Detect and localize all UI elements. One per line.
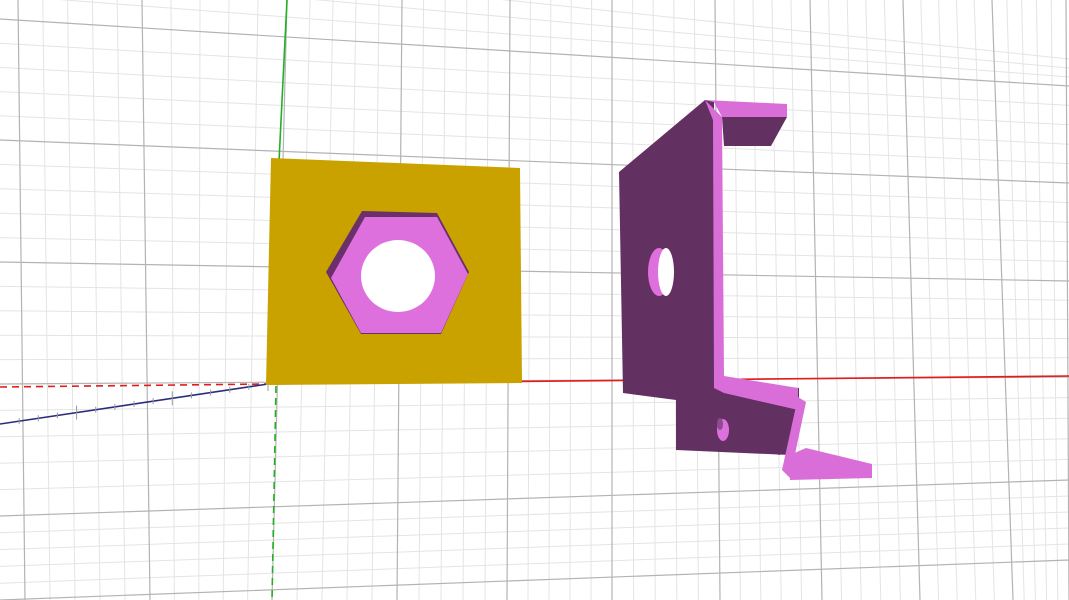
grid-line (973, 0, 995, 600)
grid-line (0, 115, 1069, 165)
grid-line (902, 0, 921, 600)
angle-bracket[interactable] (619, 100, 872, 480)
grid-line (0, 438, 1069, 464)
grid-line (0, 261, 1069, 282)
grid-line (752, 0, 762, 600)
grid-line (938, 0, 958, 600)
major-grid (0, 0, 1069, 600)
grid-line (116, 0, 126, 600)
bracket-upper-hole-inner (658, 248, 674, 296)
grid-line (0, 334, 1069, 340)
grid-line (828, 0, 843, 600)
3d-viewport[interactable] (0, 0, 1069, 600)
grid-line (0, 495, 1069, 534)
grid-line (0, 139, 1069, 184)
bracket-lower-hole-shade (717, 418, 723, 430)
grid-line (846, 0, 862, 600)
grid-line (314, 0, 1069, 69)
grid-line (91, 0, 101, 600)
nut-trap-plate[interactable] (266, 158, 522, 385)
scene-canvas[interactable] (0, 0, 1069, 600)
grid-line (0, 527, 1069, 567)
bracket-top-lip-underside (722, 117, 787, 146)
grid-line (920, 0, 940, 600)
grid-line (809, 0, 823, 600)
grid-line (0, 417, 1069, 438)
grid-line (569, 0, 572, 600)
grid-line (527, 0, 531, 600)
grid-line (141, 0, 151, 600)
grid-line (222, 0, 230, 600)
grid-line (0, 285, 1069, 301)
grid-line (0, 543, 1069, 584)
grid-line (42, 0, 51, 600)
grid-line (0, 237, 1069, 262)
grid-line (58, 0, 1069, 78)
grid-line (771, 0, 782, 600)
grid-line (0, 559, 1069, 600)
grid-line (590, 0, 593, 600)
grid-line (67, 0, 76, 600)
grid-line (865, 0, 882, 600)
x-axis-negative (0, 383, 269, 388)
grid-line (883, 0, 901, 600)
grid-line (0, 357, 1069, 361)
y-axis-negative (271, 385, 277, 600)
grid-line (0, 91, 1069, 145)
grid-line (198, 0, 201, 600)
grid-line (955, 0, 977, 600)
grid-line (247, 0, 259, 600)
grid-line (0, 511, 1069, 551)
grid-line (17, 0, 26, 600)
grid-line (0, 310, 1069, 320)
plate-through-hole (361, 240, 435, 312)
bracket-foot-top (790, 448, 872, 480)
grid-line (733, 0, 741, 600)
grid-line (548, 0, 552, 600)
